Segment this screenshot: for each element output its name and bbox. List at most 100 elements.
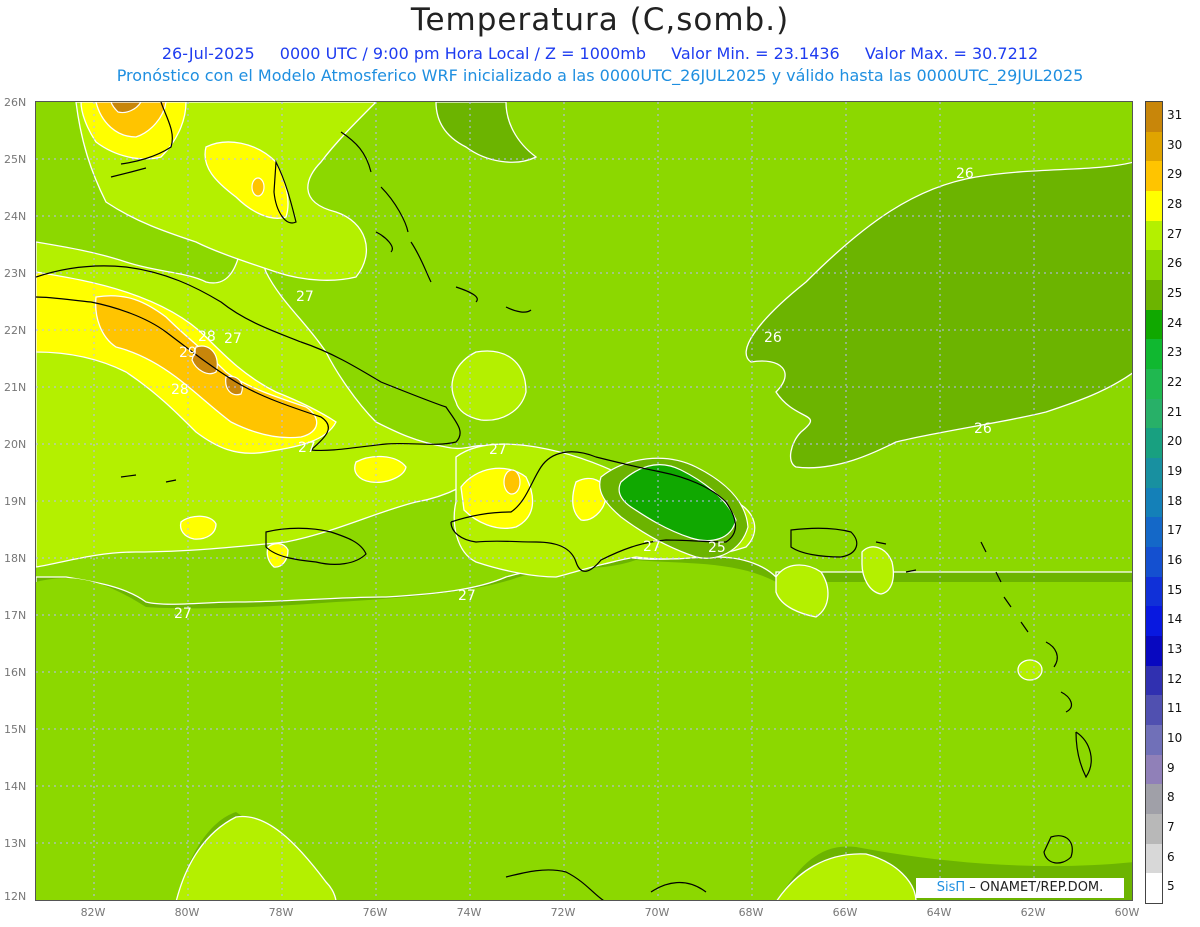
legend-value: 12 (1167, 671, 1183, 686)
contour-label: 27 (489, 442, 507, 458)
contour-label: 28 (171, 382, 189, 398)
legend-swatch (1146, 665, 1162, 696)
legend-swatch (1146, 487, 1162, 518)
lat-label: 15N (4, 723, 27, 736)
contour-label: 27 (643, 539, 661, 555)
legend-swatch (1146, 606, 1162, 637)
legend-swatch (1146, 428, 1162, 459)
lon-label: 68W (738, 906, 764, 919)
legend-swatch (1146, 102, 1162, 133)
legend-swatch (1146, 398, 1162, 429)
temperature-map: 26 26 26 27 27 27 27 27 27 28 28 29 25 2… (35, 101, 1133, 901)
contour-label: 27 (174, 606, 192, 622)
legend-value: 24 (1167, 315, 1183, 330)
contour-label: 28 (198, 329, 216, 345)
lat-label: 20N (4, 438, 27, 451)
legend-value: 10 (1167, 730, 1183, 745)
legend-value: 30 (1167, 137, 1183, 152)
legend-swatch (1146, 873, 1162, 904)
legend-value: 29 (1167, 167, 1183, 182)
contour-label: 27 (458, 588, 476, 604)
contour-label: 26 (764, 330, 782, 346)
contour-label: 27 (224, 331, 242, 347)
map-title: Temperatura (C,somb.) (410, 2, 790, 38)
legend-value: 17 (1167, 523, 1183, 538)
legend-value: 5 (1167, 879, 1175, 894)
lon-label: 60W (1114, 906, 1140, 919)
legend-value: 19 (1167, 463, 1183, 478)
lon-label: 70W (644, 906, 670, 919)
legend-value: 23 (1167, 345, 1183, 360)
legend-swatch (1146, 250, 1162, 281)
legend-swatch (1146, 161, 1162, 192)
legend-swatch (1146, 369, 1162, 400)
contour-label: 26 (956, 166, 974, 182)
legend-swatch (1146, 754, 1162, 785)
credit-org: – ONAMET/REP.DOM. (965, 880, 1104, 895)
legend-value: 15 (1167, 582, 1183, 597)
lat-label: 25N (4, 153, 27, 166)
map-svg: 26 26 26 27 27 27 27 27 27 28 28 29 25 2… (36, 102, 1132, 900)
lon-label: 72W (550, 906, 576, 919)
color-legend (1145, 101, 1163, 904)
lat-label: 12N (4, 890, 27, 903)
date-text: 26-Jul-2025 (161, 44, 255, 63)
legend-value: 21 (1167, 404, 1183, 419)
lon-label: 78W (268, 906, 294, 919)
lat-label: 21N (4, 381, 27, 394)
legend-value: 6 (1167, 849, 1175, 864)
legend-value: 25 (1167, 285, 1183, 300)
legend-swatch (1146, 814, 1162, 845)
legend-swatch (1146, 131, 1162, 162)
max-value-text: Valor Max. = 30.7212 (864, 44, 1039, 63)
legend-swatch (1146, 220, 1162, 251)
legend-value: 11 (1167, 701, 1183, 716)
legend-swatch (1146, 547, 1162, 578)
contour-label: 27 (298, 440, 316, 456)
lat-label: 16N (4, 666, 27, 679)
lat-label: 13N (4, 837, 27, 850)
legend-swatch (1146, 191, 1162, 222)
lat-label: 19N (4, 495, 27, 508)
lon-label: 82W (80, 906, 106, 919)
contour-label: 26 (974, 421, 992, 437)
legend-value: 22 (1167, 374, 1183, 389)
min-value-text: Valor Min. = 23.1436 (671, 44, 840, 63)
legend-value: 14 (1167, 612, 1183, 627)
contour-label: 25 (708, 540, 726, 556)
legend-swatch (1146, 576, 1162, 607)
legend-swatch (1146, 458, 1162, 489)
lat-label: 23N (4, 267, 27, 280)
legend-value: 8 (1167, 790, 1175, 805)
time-level-text: 0000 UTC / 9:00 pm Hora Local / Z = 1000… (279, 44, 647, 63)
legend-value: 13 (1167, 641, 1183, 656)
subtitle-forecast: Pronóstico con el Modelo Atmosferico WRF… (116, 66, 1084, 85)
sispi-logo-text: SisΠ (936, 880, 966, 895)
legend-swatch (1146, 725, 1162, 756)
lon-label: 66W (832, 906, 858, 919)
lon-label: 74W (456, 906, 482, 919)
legend-value: 26 (1167, 256, 1183, 271)
lat-label: 14N (4, 780, 27, 793)
lat-label: 22N (4, 324, 27, 337)
credit-box: SisΠ – ONAMET/REP.DOM. (916, 878, 1124, 898)
contour-label: 29 (179, 345, 197, 361)
field-27-28-bahamas (451, 350, 527, 421)
legend-value: 20 (1167, 434, 1183, 449)
lat-label: 24N (4, 210, 27, 223)
legend-swatch (1146, 636, 1162, 667)
subtitle-valid-time: 26-Jul-2025 0000 UTC / 9:00 pm Hora Loca… (0, 44, 1200, 63)
lon-label: 64W (926, 906, 952, 919)
lat-label: 18N (4, 552, 27, 565)
legend-swatch (1146, 695, 1162, 726)
lon-label: 80W (174, 906, 200, 919)
legend-value: 27 (1167, 226, 1183, 241)
legend-value: 31 (1167, 107, 1183, 122)
legend-value: 28 (1167, 196, 1183, 211)
lat-label: 17N (4, 609, 27, 622)
lat-label: 26N (4, 96, 27, 109)
legend-swatch (1146, 280, 1162, 311)
legend-value: 18 (1167, 493, 1183, 508)
legend-swatch (1146, 309, 1162, 340)
contour-label: 27 (296, 289, 314, 305)
